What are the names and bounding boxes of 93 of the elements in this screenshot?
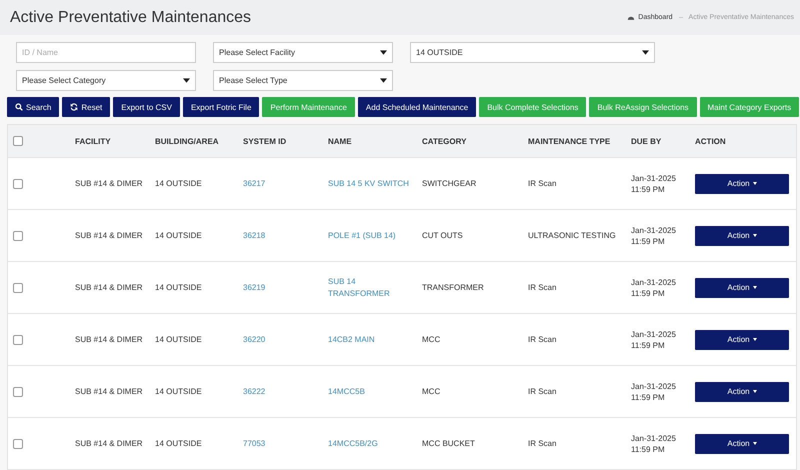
column-header: DUE BY	[631, 136, 662, 146]
table-cell: SUB #14 & DIMER	[75, 387, 143, 396]
checkbox[interactable]	[13, 178, 23, 188]
table-cell: SUB #14 & DIMER	[75, 283, 143, 292]
caret-icon	[752, 286, 757, 289]
checkbox[interactable]	[13, 136, 23, 146]
search-icon	[15, 103, 23, 111]
action-button[interactable]: Action	[695, 382, 789, 402]
column-header: NAME	[328, 136, 352, 146]
caret-icon	[380, 50, 387, 55]
table-cell: SUB #14 & DIMER	[75, 439, 143, 448]
table-cell: IR Scan	[528, 439, 556, 448]
action-button[interactable]: Action	[695, 278, 789, 298]
table-cell: 14 OUTSIDE	[155, 179, 202, 188]
action-button[interactable]: Action	[695, 434, 789, 454]
caret-icon	[752, 182, 757, 185]
checkbox[interactable]	[13, 438, 23, 448]
table-cell-text: 11:59 PM	[631, 444, 666, 454]
table-cell-text: Jan-31-2025	[631, 330, 677, 338]
table-cell: 14 OUTSIDE	[155, 231, 202, 240]
checkbox[interactable]	[13, 230, 23, 240]
table-cell: SWITCHGEAR	[422, 179, 476, 188]
table-link[interactable]: 36222	[243, 386, 324, 398]
table-cell-text: 11:59 PM	[631, 236, 666, 246]
toolbar-button[interactable]: Export to CSV	[113, 97, 180, 117]
table-cell: 14 OUTSIDE	[155, 335, 202, 344]
table-link[interactable]: 36218	[243, 230, 324, 242]
table-link[interactable]: POLE #1 (SUB 14)	[328, 230, 418, 242]
table-cell: 14 OUTSIDE	[155, 439, 202, 448]
caret-icon	[752, 338, 757, 341]
toolbar-button[interactable]: Add Scheduled Maintenance	[358, 97, 476, 117]
table-cell-text: Jan-31-2025	[631, 226, 677, 234]
table-cell: 14 OUTSIDE	[155, 283, 202, 292]
dashboard-icon	[627, 14, 636, 21]
column-header: FACILITY	[75, 136, 111, 146]
table-cell: IR Scan	[528, 387, 556, 396]
table-cell: IR Scan	[528, 283, 556, 292]
table-cell: MCC	[422, 387, 440, 396]
checkbox[interactable]	[13, 282, 23, 292]
column-header: BUILDING/AREA	[155, 136, 219, 146]
action-button[interactable]: Action	[695, 226, 789, 246]
caret-icon	[380, 78, 387, 83]
table-link[interactable]: 36220	[243, 334, 324, 346]
column-header: MAINTENANCE TYPE	[528, 136, 610, 146]
table-link[interactable]: 14MCC5B/2G	[328, 438, 418, 450]
table-cell-text: 11:59 PM	[631, 340, 666, 350]
caret-icon	[752, 442, 757, 445]
table-cell: 14 OUTSIDE	[155, 387, 202, 396]
table-cell: TRANSFORMER	[422, 283, 484, 292]
column-header: ACTION	[695, 136, 726, 146]
search-field[interactable]: ID / Name	[16, 42, 196, 63]
table-cell-text: Jan-31-2025	[631, 434, 677, 442]
table-cell: SUB #14 & DIMER	[75, 335, 143, 344]
refresh-icon	[70, 103, 78, 111]
table-cell-text: 11:59 PM	[631, 184, 666, 194]
table-cell-text: Jan-31-2025	[631, 174, 677, 182]
toolbar-button[interactable]: Reset	[62, 97, 110, 117]
table-cell: SUB #14 & DIMER	[75, 179, 143, 188]
table-cell: IR Scan	[528, 335, 556, 344]
table-link[interactable]: 14MCC5B	[328, 386, 418, 398]
column-header: SYSTEM ID	[243, 136, 286, 146]
table-link[interactable]: SUB 14 TRANSFORMER	[328, 276, 418, 299]
page-title: Active Preventative Maintenances	[10, 8, 252, 26]
select-field[interactable]: Please Select Facility	[213, 42, 393, 63]
caret-icon	[183, 78, 190, 83]
table-cell: CUT OUTS	[422, 231, 463, 240]
table-link[interactable]: 14CB2 MAIN	[328, 334, 418, 346]
table-cell-text: Jan-31-2025	[631, 382, 677, 390]
select-field[interactable]: Please Select Category	[16, 70, 196, 91]
table-cell-text: 11:59 PM	[631, 288, 666, 298]
toolbar-button[interactable]: Search	[7, 97, 60, 117]
table-link[interactable]: 77053	[243, 438, 324, 450]
action-button[interactable]: Action	[695, 330, 789, 350]
table-cell: MCC BUCKET	[422, 439, 475, 448]
checkbox[interactable]	[13, 386, 23, 396]
table-cell-text: 11:59 PM	[631, 392, 666, 402]
table-link[interactable]: 36219	[243, 282, 324, 294]
table-cell-text: Jan-31-2025	[631, 278, 677, 286]
table-cell: SUB #14 & DIMER	[75, 231, 143, 240]
table-cell: ULTRASONIC TESTING	[528, 231, 616, 240]
table-cell: IR Scan	[528, 179, 556, 188]
table-link[interactable]: 36217	[243, 178, 324, 190]
caret-icon	[642, 50, 649, 55]
column-header: CATEGORY	[422, 136, 466, 146]
caret-icon	[752, 390, 757, 393]
table-link[interactable]: SUB 14 5 KV SWITCH	[328, 178, 418, 190]
table-cell: MCC	[422, 335, 440, 344]
select-field[interactable]: 14 OUTSIDE	[410, 42, 655, 63]
select-field[interactable]: Please Select Type	[213, 70, 393, 91]
caret-icon	[752, 234, 757, 237]
action-button[interactable]: Action	[695, 174, 789, 194]
toolbar-button[interactable]: Export Fotric File	[182, 97, 260, 117]
checkbox[interactable]	[13, 334, 23, 344]
